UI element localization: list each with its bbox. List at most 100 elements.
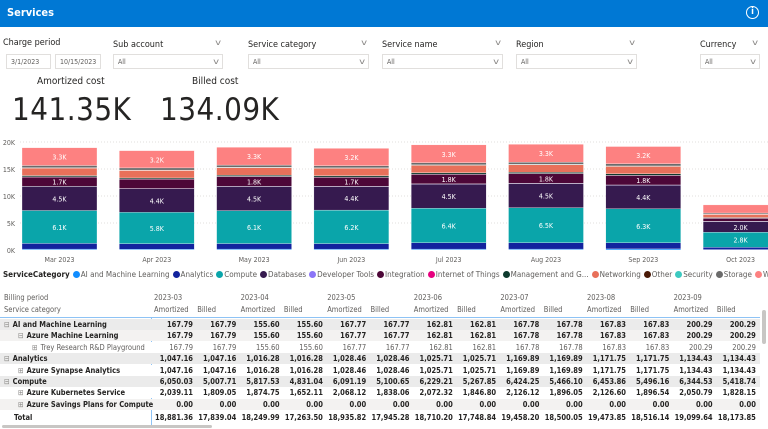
chevron-down-icon: v xyxy=(626,57,633,66)
chevron-down-icon[interactable]: v xyxy=(361,38,367,47)
period-header: 2023-09 xyxy=(673,293,702,302)
table-row[interactable]: ⊟ Analytics 1,047.16 1,047.16 1,016.28 1,016.… xyxy=(0,353,760,365)
x-tick-label: Aug 2023 xyxy=(531,256,561,264)
data-label: 4.5K xyxy=(442,193,457,201)
table-row[interactable]: ⊞ Azure Synapse Analytics 1,047.16 1,047.16… xyxy=(0,364,760,376)
legend-item[interactable]: Other xyxy=(652,270,672,279)
legend-item[interactable]: Integration xyxy=(385,270,425,279)
bar-segment-integration xyxy=(119,178,195,189)
table-row[interactable]: ⊞ Trey Research R&D Playground 167.79 167.7… xyxy=(0,341,760,353)
legend-marker-icon xyxy=(715,271,723,278)
start-date-input[interactable]: 3/1/2023 xyxy=(6,54,51,69)
legend-item[interactable]: Databases xyxy=(268,270,306,279)
category-name: Trey Research R&D Playground xyxy=(40,342,145,352)
column-header-billed[interactable]: Billed xyxy=(284,305,303,314)
data-label: 3.2K xyxy=(150,156,165,164)
column-header-amortized[interactable]: Amortized xyxy=(674,305,709,314)
legend-item[interactable]: AI and Machine Learning xyxy=(81,270,170,279)
expand-icon[interactable]: ⊞ xyxy=(18,388,24,397)
column-header-billed[interactable]: Billed xyxy=(717,305,736,314)
value-cell: 5,267.85 xyxy=(462,377,497,386)
column-header-billed[interactable]: Billed xyxy=(197,305,216,314)
data-label: 6.3K xyxy=(636,223,651,231)
chevron-down-icon: v xyxy=(492,57,499,66)
value-cell: 2,072.32 xyxy=(419,388,453,398)
bar-segment-networking xyxy=(605,166,681,174)
value-cell: 0.00 xyxy=(522,399,540,409)
value-cell: 167.78 xyxy=(559,342,583,352)
value-cell: 2,126.12 xyxy=(506,388,540,398)
column-header-billed[interactable]: Billed xyxy=(371,305,390,314)
service-category-dropdown[interactable]: All v xyxy=(248,54,369,69)
service-name-dropdown[interactable]: All v xyxy=(382,54,503,69)
value-cell: 167.79 xyxy=(212,342,237,352)
collapse-icon[interactable]: ⊟ xyxy=(4,320,10,329)
legend-item[interactable]: Storage xyxy=(724,270,752,279)
collapse-icon[interactable]: ⊟ xyxy=(4,354,10,363)
chevron-down-icon[interactable]: v xyxy=(752,38,758,47)
chevron-down-icon: v xyxy=(212,57,219,66)
column-header-amortized[interactable]: Amortized xyxy=(500,305,535,314)
info-icon[interactable]: i xyxy=(746,6,759,19)
bar-segment-storage xyxy=(313,165,390,168)
legend-marker-icon xyxy=(675,271,683,278)
bar-segment-networking xyxy=(119,170,195,179)
expand-icon[interactable]: ⊞ xyxy=(32,343,38,352)
value-cell: 167.83 xyxy=(602,342,626,352)
legend-item[interactable]: Compute xyxy=(224,270,257,279)
chevron-down-icon: v xyxy=(358,57,365,66)
legend-item[interactable]: Management and G... xyxy=(511,270,589,279)
collapse-icon[interactable]: ⊟ xyxy=(18,331,24,340)
legend-item[interactable]: Networking xyxy=(600,270,641,279)
legend-item[interactable]: Internet of Things xyxy=(436,270,500,279)
value-cell: 1,896.05 xyxy=(549,388,583,398)
horizontal-scrollbar[interactable] xyxy=(2,425,212,428)
currency-dropdown[interactable]: All v xyxy=(700,54,760,69)
row-label: ⊟ AI and Machine Learning xyxy=(4,320,107,329)
period-header: 2023-03 xyxy=(154,293,183,302)
collapse-icon[interactable]: ⊟ xyxy=(4,377,10,386)
chevron-down-icon[interactable]: v xyxy=(629,38,635,47)
column-header-billed[interactable]: Billed xyxy=(457,305,476,314)
column-header-amortized[interactable]: Amortized xyxy=(414,305,449,314)
bar-segment-storage xyxy=(119,167,195,171)
column-header-amortized[interactable]: Amortized xyxy=(327,305,362,314)
column-header-amortized[interactable]: Amortized xyxy=(241,305,276,314)
data-label: 6.4K xyxy=(442,222,457,230)
column-header-amortized[interactable]: Amortized xyxy=(154,305,189,314)
table-row[interactable]: ⊟ Compute 6,050.03 5,007.71 5,817.53 4,831.04… xyxy=(0,376,760,387)
table-row[interactable]: ⊟ Azure Machine Learning 167.79 167.79 155.6… xyxy=(0,330,760,342)
expand-icon[interactable]: ⊞ xyxy=(18,400,24,409)
legend-item[interactable]: Developer Tools xyxy=(317,270,374,279)
value-cell: 1,874.75 xyxy=(246,388,280,398)
bar-segment-analytics xyxy=(508,242,584,250)
column-header-billed[interactable]: Billed xyxy=(630,305,649,314)
data-label: 3.2K xyxy=(636,152,651,160)
bar-segment-management-and-g- xyxy=(313,175,390,178)
region-dropdown[interactable]: All v xyxy=(516,54,637,69)
table-row[interactable]: ⊟ AI and Machine Learning 167.79 167.79 155.… xyxy=(0,319,760,330)
table-row[interactable]: ⊞ Azure Savings Plans for Compute 0.00 0.00… xyxy=(0,398,760,410)
category-name: Analytics xyxy=(12,354,48,364)
legend-item[interactable]: Security xyxy=(683,270,713,279)
category-name: Azure Savings Plans for Compute xyxy=(26,399,154,409)
value-cell: 162.81 xyxy=(426,331,453,341)
legend-item[interactable]: Analytics xyxy=(181,270,214,279)
period-header: 2023-06 xyxy=(413,293,442,302)
end-date-input[interactable]: 10/15/2023 xyxy=(55,54,101,69)
sub-account-dropdown[interactable]: All v xyxy=(113,54,223,69)
bar-segment-management-and-g- xyxy=(508,172,584,174)
value-cell: 1,169.89 xyxy=(549,365,583,375)
expand-icon[interactable]: ⊞ xyxy=(18,366,24,375)
vertical-scrollbar[interactable] xyxy=(762,310,766,344)
column-header-billed[interactable]: Billed xyxy=(544,305,563,314)
value-cell: 200.29 xyxy=(729,331,756,341)
period-header: 2023-08 xyxy=(587,293,616,302)
value-cell: 0.00 xyxy=(609,399,626,409)
column-header-amortized[interactable]: Amortized xyxy=(587,305,622,314)
chevron-down-icon[interactable]: v xyxy=(495,38,501,47)
chevron-down-icon[interactable]: v xyxy=(215,38,221,47)
legend-item[interactable]: Web xyxy=(763,270,768,279)
billed-cost-value: 134.09K xyxy=(160,92,280,128)
table-row[interactable]: ⊞ Azure Kubernetes Service 2,039.11 1,809.0… xyxy=(0,387,760,399)
